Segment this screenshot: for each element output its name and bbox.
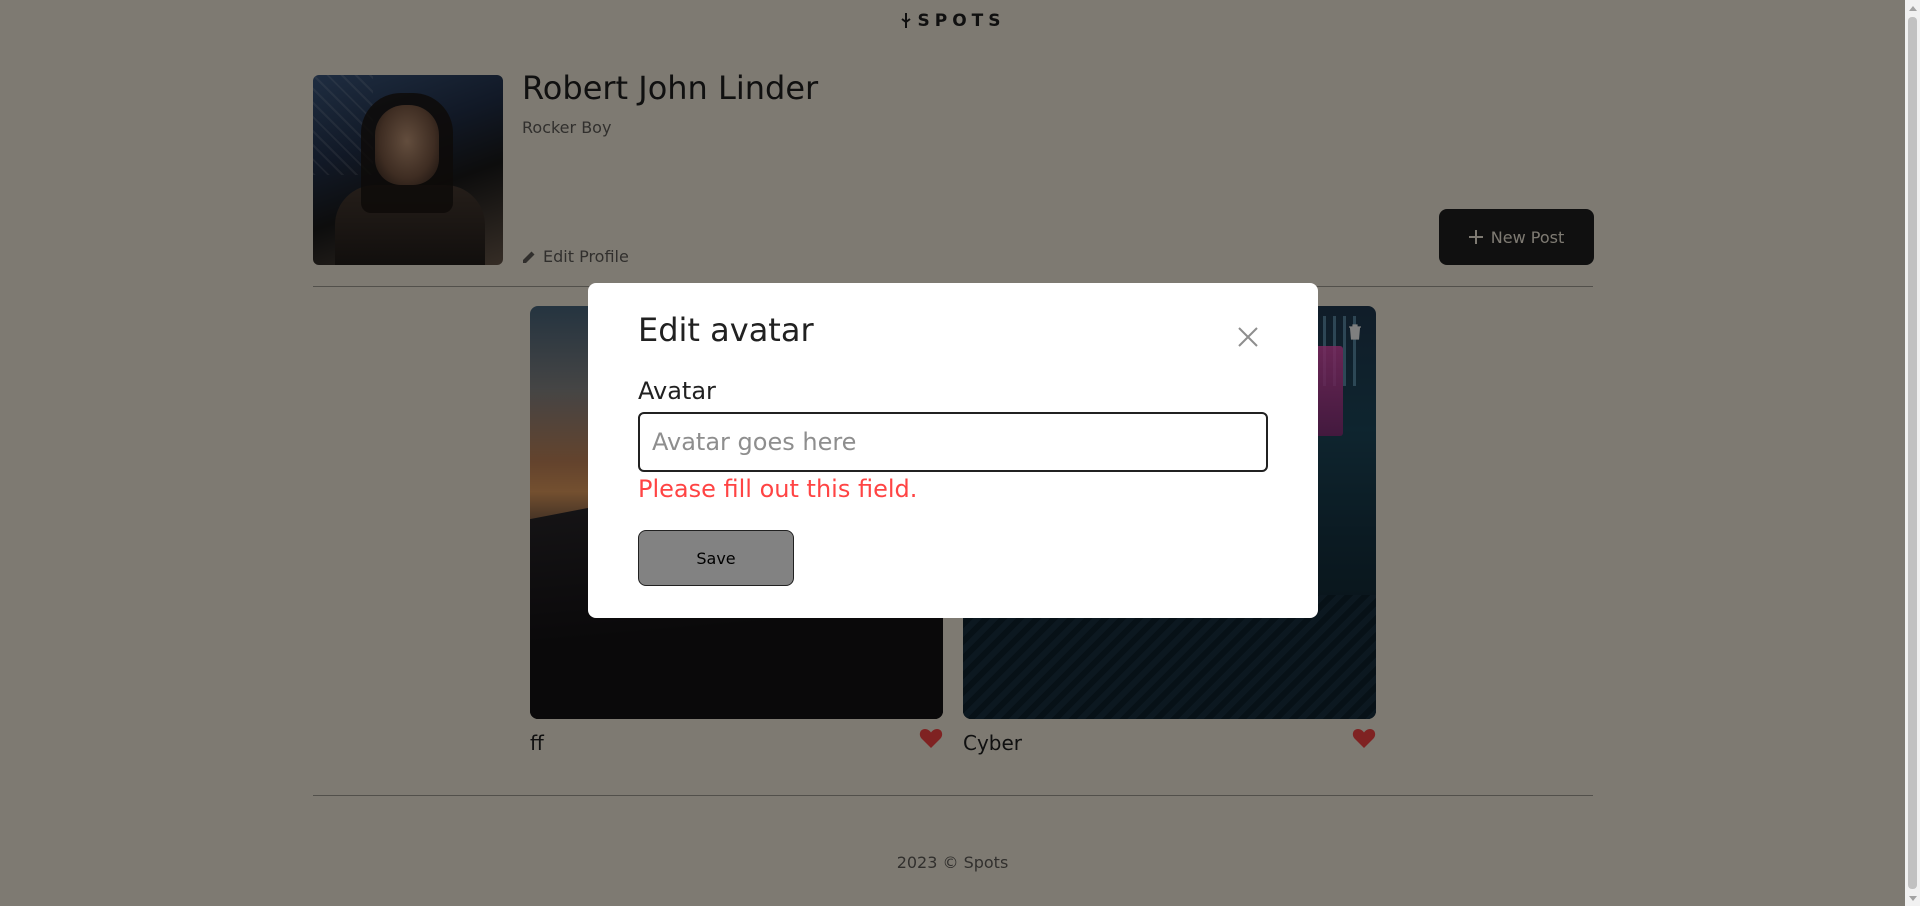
close-icon[interactable] <box>1236 325 1260 349</box>
avatar-field-label: Avatar <box>638 377 716 405</box>
scrollbar[interactable] <box>1905 0 1920 906</box>
save-button[interactable]: Save <box>638 530 794 586</box>
avatar-error-message: Please fill out this field. <box>638 475 918 503</box>
scroll-down-icon[interactable] <box>1905 891 1920 906</box>
scrollbar-thumb[interactable] <box>1908 17 1917 889</box>
scroll-up-icon[interactable] <box>1905 0 1920 15</box>
modal-title: Edit avatar <box>638 311 814 349</box>
edit-avatar-modal: Edit avatar Avatar Please fill out this … <box>588 283 1318 618</box>
avatar-input[interactable] <box>638 412 1268 472</box>
